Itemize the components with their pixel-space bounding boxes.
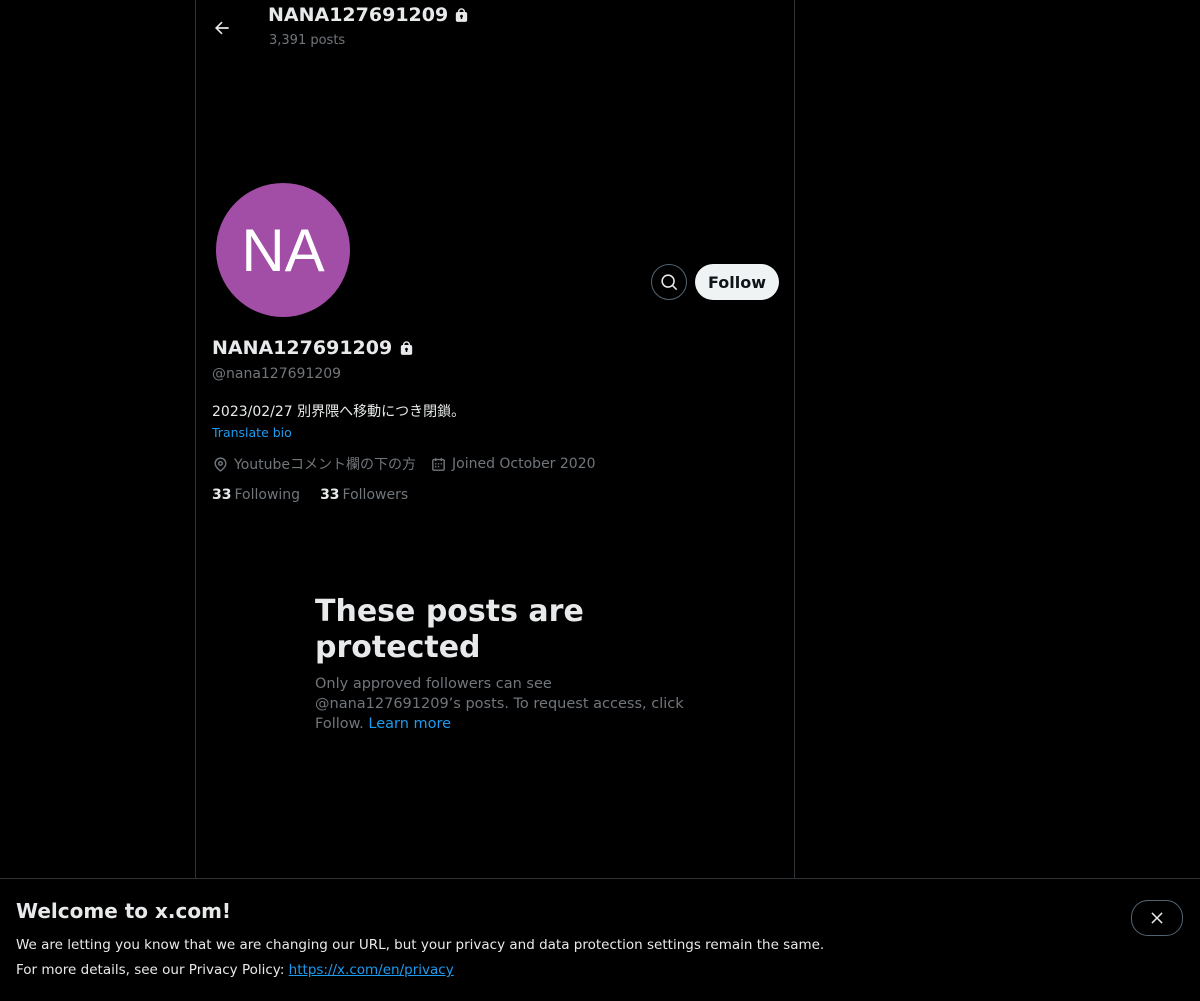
display-name: NANA127691209 bbox=[212, 337, 415, 359]
followers-link[interactable]: 33 Followers bbox=[320, 487, 408, 503]
location-text: Youtubeコメント欄の下の方 bbox=[234, 457, 416, 473]
joined-text: Joined October 2020 bbox=[452, 456, 596, 472]
profile-meta: Youtubeコメント欄の下の方 Joined October 2020 bbox=[212, 454, 596, 474]
search-posts-button[interactable] bbox=[651, 264, 687, 300]
location-item: Youtubeコメント欄の下の方 bbox=[212, 454, 416, 474]
lock-icon bbox=[456, 7, 468, 22]
banner-privacy-prefix: For more details, see our Privacy Policy… bbox=[16, 962, 285, 978]
followers-count: 33 bbox=[320, 487, 340, 503]
display-name-text: NANA127691209 bbox=[212, 337, 393, 359]
bio-text: 2023/02/27 別界隈へ移動につき閉鎖。 bbox=[212, 404, 466, 420]
header-name-text: NANA127691209 bbox=[268, 4, 449, 26]
banner-title: Welcome to x.com! bbox=[16, 899, 232, 923]
learn-more-link[interactable]: Learn more bbox=[368, 716, 451, 732]
followers-label: Followers bbox=[342, 487, 409, 503]
protected-description: Only approved followers can see @nana127… bbox=[315, 674, 685, 734]
back-button[interactable] bbox=[204, 10, 240, 46]
close-icon bbox=[1151, 912, 1163, 924]
banner-message: We are letting you know that we are chan… bbox=[16, 937, 825, 953]
arrow-left-icon bbox=[215, 21, 229, 35]
header-post-count: 3,391 posts bbox=[269, 33, 346, 48]
translate-bio-link[interactable]: Translate bio bbox=[212, 425, 292, 440]
primary-column: NANA127691209 3,391 posts NA Follow NANA… bbox=[195, 0, 795, 1000]
avatar[interactable]: NA bbox=[216, 183, 350, 317]
follow-button[interactable]: Follow bbox=[695, 264, 779, 300]
following-label: Following bbox=[234, 487, 301, 503]
following-count: 33 bbox=[212, 487, 232, 503]
welcome-banner: Welcome to x.com! We are letting you kno… bbox=[0, 878, 1200, 1001]
follow-counts: 33 Following 33 Followers bbox=[212, 487, 408, 503]
user-handle: @nana127691209 bbox=[212, 366, 342, 382]
calendar-icon bbox=[432, 457, 445, 471]
lock-icon bbox=[401, 340, 413, 355]
banner-privacy-line: For more details, see our Privacy Policy… bbox=[16, 962, 454, 978]
banner-close-button[interactable] bbox=[1131, 900, 1183, 936]
header-title: NANA127691209 bbox=[268, 4, 470, 26]
search-icon bbox=[660, 273, 677, 290]
protected-title: These posts are protected bbox=[315, 594, 584, 665]
joined-item: Joined October 2020 bbox=[430, 454, 596, 474]
avatar-initials: NA bbox=[241, 216, 325, 284]
following-link[interactable]: 33 Following bbox=[212, 487, 300, 503]
privacy-policy-link[interactable]: https://x.com/en/privacy bbox=[289, 962, 454, 978]
location-pin-icon bbox=[214, 456, 227, 472]
